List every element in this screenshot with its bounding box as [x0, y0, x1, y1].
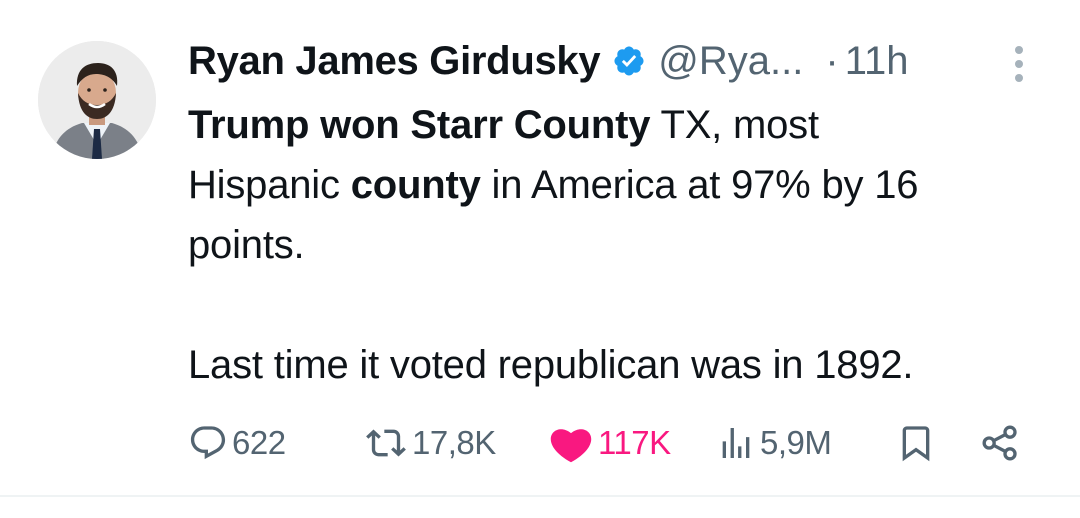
like-button[interactable]: 117K: [548, 415, 671, 471]
tweet-text: Trump won Starr County TX, most Hispanic…: [188, 95, 1058, 395]
retweet-count: 17,8K: [412, 424, 496, 461]
divider: [0, 495, 1080, 497]
verified-badge-icon: [612, 44, 646, 78]
more-icon[interactable]: [1007, 44, 1031, 84]
heart-icon: [550, 429, 592, 463]
retweet-button[interactable]: 17,8K: [364, 415, 496, 471]
retweet-icon: [366, 429, 406, 457]
avatar[interactable]: [38, 41, 156, 159]
text-span: in America at 97% by 16: [480, 163, 919, 207]
tweet-line: Last time it voted republican was in 189…: [188, 343, 914, 387]
share-button[interactable]: [978, 415, 1022, 471]
reply-count: 622: [232, 424, 286, 461]
bookmark-button[interactable]: [896, 415, 936, 471]
author-handle[interactable]: @Rya...: [658, 39, 803, 84]
bold-text: county: [350, 163, 481, 207]
action-bar: 622 17,8K 117K 5,9M: [188, 415, 1028, 471]
tweet-line: Trump won Starr County TX, most: [188, 95, 1058, 155]
tweet-line: Hispanic county in America at 97% by 16: [188, 155, 1058, 215]
view-count: 5,9M: [760, 424, 832, 461]
like-count: 117K: [598, 424, 671, 461]
reply-icon: [190, 426, 226, 460]
timestamp[interactable]: 11h: [845, 39, 909, 84]
bold-text: Trump won Starr County: [188, 103, 651, 147]
text-span: TX, most: [650, 103, 819, 147]
tweet-line: points.: [188, 223, 305, 267]
views-button[interactable]: 5,9M: [716, 415, 832, 471]
text-span: Hispanic: [188, 163, 351, 207]
tweet-header: Ryan James Girdusky @Rya... · 11h: [188, 33, 908, 89]
bookmark-icon: [902, 426, 930, 462]
share-icon: [982, 425, 1017, 461]
avatar-image: [38, 41, 156, 159]
tweet[interactable]: Ryan James Girdusky @Rya... · 11h Trump …: [0, 0, 1080, 518]
author-name[interactable]: Ryan James Girdusky: [188, 39, 601, 84]
views-icon: [722, 428, 750, 458]
reply-button[interactable]: 622: [188, 415, 286, 471]
separator-dot: ·: [825, 38, 839, 83]
